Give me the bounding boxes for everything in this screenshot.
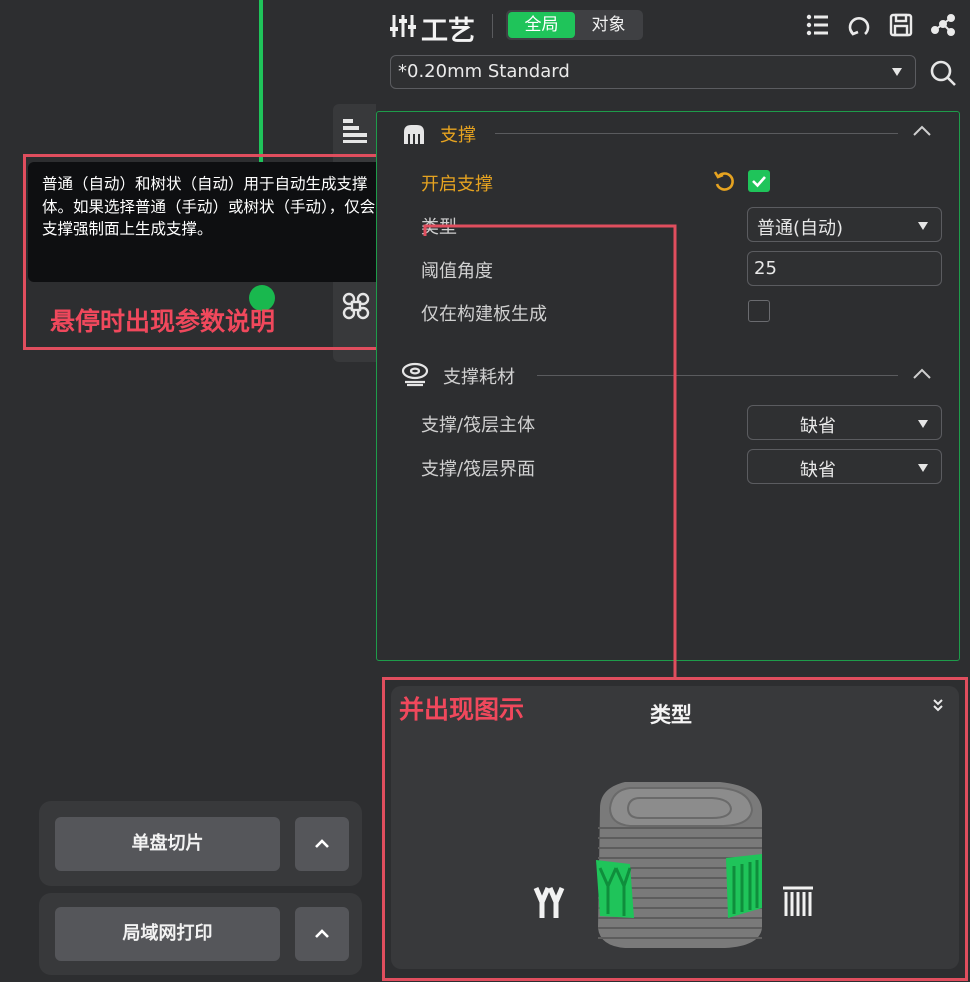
share-icon[interactable]: [930, 12, 956, 38]
lan-print-button[interactable]: 局域网打印: [55, 907, 280, 961]
print-options-button[interactable]: [295, 907, 349, 961]
plate-only-checkbox[interactable]: [748, 300, 770, 322]
support-interface-label: 支撑/筏层界面: [421, 459, 536, 480]
plate-only-label: 仅在构建板生成: [421, 304, 547, 325]
toggle-global[interactable]: 全局: [508, 12, 575, 38]
chevron-up-icon[interactable]: [912, 124, 932, 138]
filament-spool-icon: [401, 361, 429, 387]
list-icon[interactable]: [805, 12, 829, 38]
sliders-icon: [390, 13, 416, 39]
chevron-up-icon: [315, 839, 329, 848]
support-base-dropdown[interactable]: 缺省: [747, 405, 942, 440]
panel-title: 工艺: [421, 16, 475, 47]
section-divider: [495, 133, 898, 134]
support-interface-dropdown[interactable]: 缺省: [747, 449, 942, 484]
support-type-label: 类型: [421, 217, 457, 238]
chevron-up-icon[interactable]: [912, 367, 932, 381]
slice-plate-button[interactable]: 单盘切片: [55, 817, 280, 871]
viewport-green-axis: [259, 0, 263, 165]
support-interface-value: 缺省: [800, 460, 836, 481]
rotate-icon[interactable]: [847, 12, 871, 38]
preset-value: *0.20mm Standard: [398, 61, 570, 82]
support-section-title: 支撑: [440, 125, 476, 146]
caret-down-icon: [918, 222, 928, 230]
search-icon[interactable]: [929, 59, 957, 87]
enable-support-checkbox[interactable]: [748, 170, 770, 192]
checkmark-icon: [752, 176, 766, 188]
support-type-dropdown[interactable]: 普通(自动): [747, 207, 942, 242]
support-base-value: 缺省: [800, 416, 836, 437]
hover-annotation-caption: 悬停时出现参数说明: [50, 307, 276, 336]
caret-down-icon: [918, 464, 928, 472]
chevron-up-icon: [315, 929, 329, 938]
section-divider: [537, 375, 898, 376]
threshold-angle-input[interactable]: 25: [747, 251, 942, 286]
enable-support-label: 开启支撑: [421, 174, 493, 195]
filament-section-title: 支撑耗材: [443, 367, 515, 388]
toggle-object[interactable]: 对象: [576, 12, 641, 38]
support-type-value: 普通(自动): [757, 218, 844, 239]
header-divider: [492, 14, 493, 38]
save-icon[interactable]: [889, 12, 913, 38]
reset-icon[interactable]: [712, 169, 738, 193]
slice-options-button[interactable]: [295, 817, 349, 871]
threshold-angle-value: 25: [754, 258, 777, 279]
support-section-icon: [401, 122, 427, 146]
support-base-label: 支撑/筏层主体: [421, 415, 536, 436]
align-icon[interactable]: [340, 116, 370, 146]
caret-down-icon: [891, 67, 903, 77]
diagram-annotation-caption: 并出现图示: [399, 695, 525, 724]
caret-down-icon: [918, 420, 928, 428]
threshold-angle-label: 阈值角度: [421, 261, 493, 282]
